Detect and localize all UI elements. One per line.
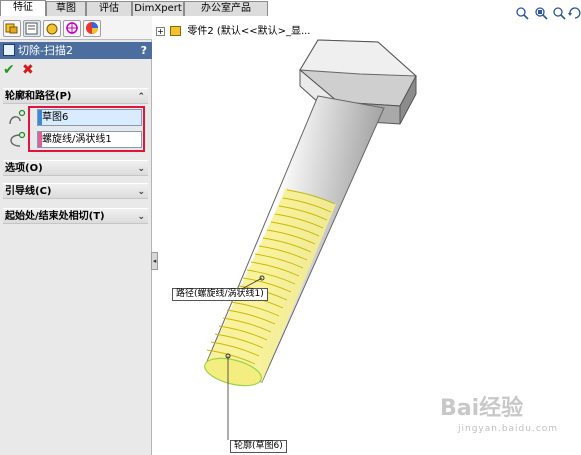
watermark-url: jingyan.baidu.com: [458, 424, 559, 434]
model-graphics-area: [204, 39, 418, 440]
path-callout[interactable]: 路径(螺旋线/涡状线1): [172, 288, 268, 301]
watermark: Bai经验: [440, 396, 524, 421]
profile-callout[interactable]: 轮廓(草图6): [230, 440, 287, 453]
